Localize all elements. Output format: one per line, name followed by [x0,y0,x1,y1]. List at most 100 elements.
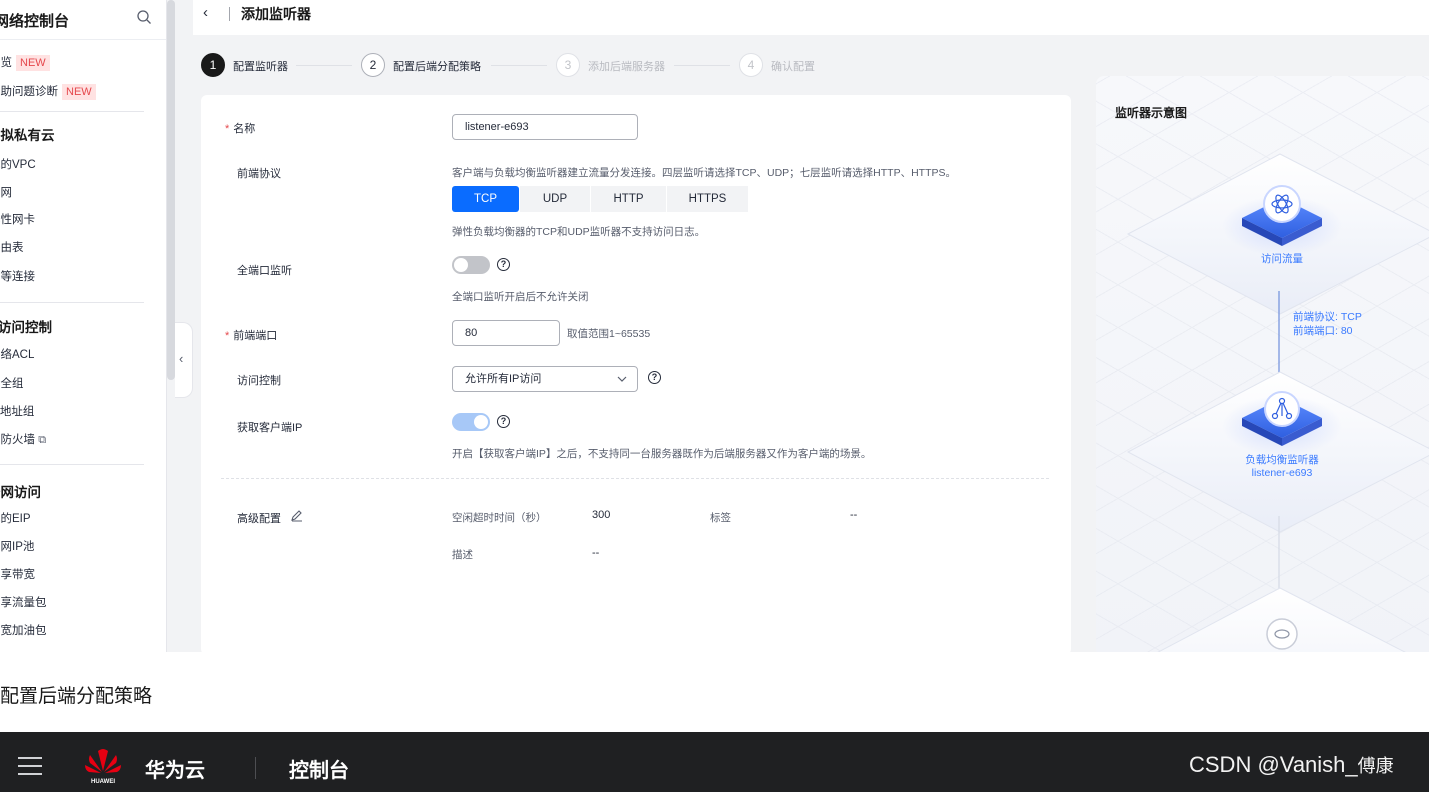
page-header [193,0,1429,35]
sidebar-item-ip-pool[interactable]: 公网IP池 [0,539,34,555]
required-mark: * [225,330,230,342]
search-icon[interactable] [136,9,152,25]
allport-note: 全端口监听开启后不允许关闭 [452,291,589,303]
node-traffic-label: 访问流量 [1261,253,1303,265]
sidebar-header: 网络控制台 [0,0,166,40]
watermark-tail: 傅康 [1357,756,1394,776]
menu-icon[interactable] [18,757,42,781]
csdn-watermark: CSDN @Vanish_傅康 [1189,752,1394,778]
sidebar-item-security-group[interactable]: 安全组 [0,376,24,392]
client-ip-note: 开启【获取客户端IP】之后，不支持同一台服务器既作为后端服务器又作为客户端的场景… [452,448,872,460]
idle-timeout-label: 空闲超时时间（秒） [452,512,547,524]
sidebar-item-diagnosis[interactable]: 辅助问题诊断 NEW [0,84,96,100]
back-button[interactable]: ‹ [203,4,208,21]
protocol-note: 弹性负载均衡器的TCP和UDP监听器不支持访问日志。 [452,226,706,238]
tag-label: 标签 [710,512,731,524]
svg-text:HUAWEI: HUAWEI [91,779,115,785]
huawei-logo: HUAWEI [85,749,121,785]
external-link-icon: ⧉ [38,434,47,446]
console-label[interactable]: 控制台 [289,754,349,783]
idle-timeout-value: 300 [592,509,611,521]
collapse-sidebar-button[interactable]: ‹ [175,322,193,398]
acl-select[interactable]: 允许所有IP访问 [452,366,638,392]
description-label: 描述 [452,549,473,561]
step-connector [296,65,352,66]
sidebar-item-subnet[interactable]: 子网 [0,185,12,201]
screenshot-region: 网络控制台 总览 NEW 辅助问题诊断 NEW 虚拟私有云 我的VPC 子网 弹性网… [0,0,1429,652]
client-ip-toggle[interactable] [452,413,490,431]
step-connector [491,65,547,66]
connector-port-label: 前端端口: 80 [1293,325,1353,337]
port-input[interactable]: 80 [452,320,560,346]
allport-toggle[interactable] [452,256,490,274]
description-value: -- [592,547,600,559]
sidebar-group-vpc: 虚拟私有云 [0,128,55,143]
diagram-graphic [1126,153,1429,652]
client-ip-label: 获取客户端IP [237,422,303,434]
protocol-label: 前端协议 [237,168,281,180]
node-listener-label: 负载均衡监听器 listener-e693 [1222,454,1342,480]
watermark-text: CSDN @Vanish_ [1189,752,1358,777]
sidebar-item-ip-group[interactable]: IP地址组 [0,404,34,420]
step-label: 配置后端分配策略 [393,61,481,73]
step-number: 3 [556,53,580,77]
protocol-http-button[interactable]: HTTP [591,186,666,212]
sidebar-item-bandwidth-addon[interactable]: 带宽加油包 [0,623,47,639]
sidebar-group-public: 公网访问 [0,485,41,500]
protocol-hint: 客户端与负载均衡监听器建立流量分发连接。四层监听请选择TCP、UDP；七层监听请… [452,167,956,179]
new-badge: NEW [16,55,50,71]
name-label: * 名称 [225,120,255,136]
step-number: 1 [201,53,225,77]
step-label: 添加后端服务器 [588,61,665,73]
acl-select-value: 允许所有IP访问 [465,373,542,385]
sidebar-item-route-table[interactable]: 路由表 [0,240,24,256]
sidebar-item-label: 辅助问题诊断 [0,86,58,98]
sidebar-item-my-vpc[interactable]: 我的VPC [0,157,36,173]
sidebar-item-overview[interactable]: 总览 NEW [0,55,50,71]
protocol-tcp-button[interactable]: TCP [452,186,519,212]
port-label-text: 前端端口 [233,330,278,342]
connector-protocol-label: 前端协议: TCP [1293,311,1362,323]
sidebar-item-cloud-firewall[interactable]: 云防火墙 ⧉ [0,432,46,448]
port-range-hint: 取值范围1~65535 [567,328,651,340]
sidebar-item-shared-traffic[interactable]: 共享流量包 [0,595,47,611]
help-icon[interactable]: ? [497,415,510,428]
step-label: 确认配置 [771,61,815,73]
sidebar-item-label: 云防火墙 [0,434,35,446]
allport-label: 全端口监听 [237,265,292,277]
new-badge: NEW [62,84,96,100]
chevron-down-icon [617,376,627,382]
name-label-text: 名称 [233,123,256,135]
sidebar-scrollbar[interactable] [167,0,175,380]
sidebar-item-network-acl[interactable]: 网络ACL [0,347,34,363]
listener-diagram-panel: 监听器示意图 访问流量 前端协议: TCP 前端端口: 80 负载均衡监听器 l… [1096,76,1429,652]
port-label: * 前端端口 [225,327,277,343]
topbar-divider [255,757,256,779]
sidebar-group-acl: 访问控制 [0,320,52,335]
help-icon[interactable]: ? [648,371,661,384]
toggle-knob [454,258,468,272]
sidebar-title: 网络控制台 [0,13,70,30]
tag-value: -- [850,509,858,521]
section-heading: 配置后端分配策略 [0,686,153,707]
sidebar-item-eni[interactable]: 弹性网卡 [0,212,35,228]
protocol-https-button[interactable]: HTTPS [667,186,748,212]
advanced-label: 高级配置 [237,513,281,525]
step-number: 4 [739,53,763,77]
protocol-udp-button[interactable]: UDP [520,186,590,212]
sidebar: 网络控制台 总览 NEW 辅助问题诊断 NEW 虚拟私有云 我的VPC 子网 弹性网… [0,0,167,652]
chevron-left-icon: ‹ [179,351,184,366]
name-input[interactable]: listener-e693 [452,114,638,140]
sidebar-divider [0,111,144,112]
sidebar-item-my-eip[interactable]: 我的EIP [0,511,31,527]
help-icon[interactable]: ? [497,258,510,271]
brand-name: 华为云 [145,760,205,782]
section-divider [221,478,1049,479]
sidebar-divider [0,302,144,303]
edit-icon[interactable] [290,509,303,522]
sidebar-item-shared-bandwidth[interactable]: 共享带宽 [0,567,35,583]
node-listener-name: listener-e693 [1251,467,1313,479]
sidebar-item-peering[interactable]: 对等连接 [0,269,35,285]
header-divider [229,7,230,21]
required-mark: * [225,123,230,135]
